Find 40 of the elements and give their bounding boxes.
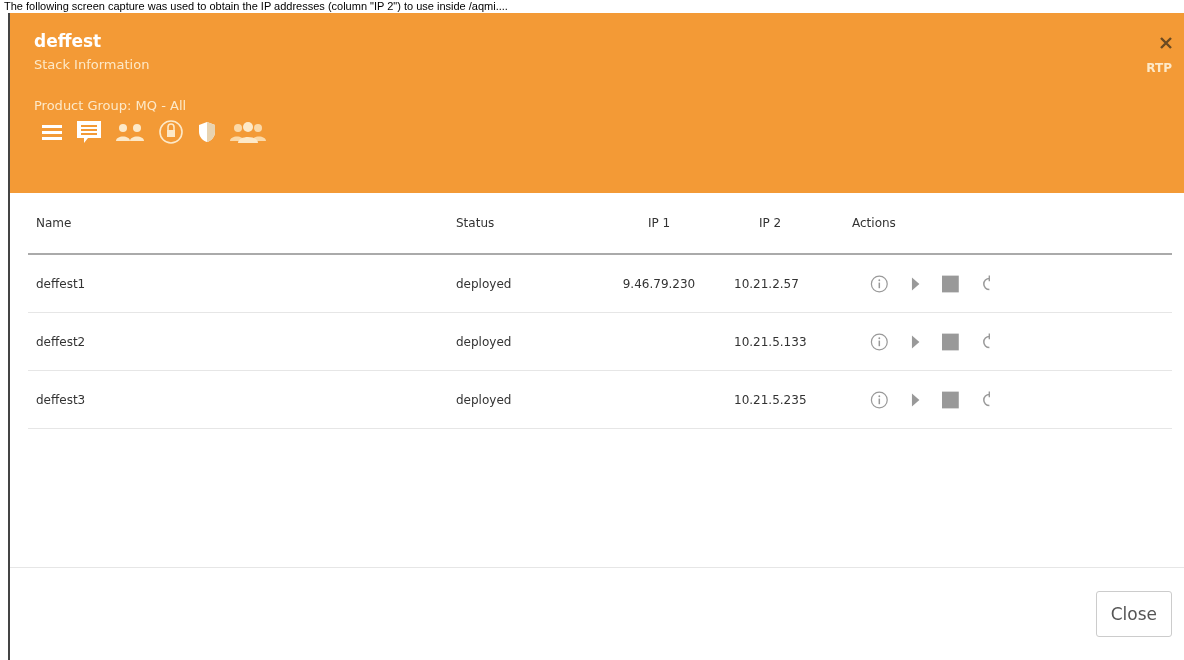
restart-icon[interactable] [980, 332, 990, 351]
restart-icon[interactable] [980, 390, 990, 409]
column-header: IP 2 [758, 216, 783, 230]
close-icon[interactable] [1160, 37, 1172, 49]
table-cell-text: 10.21.5.235 [734, 392, 808, 407]
stop-icon[interactable] [941, 274, 959, 293]
menu-icon[interactable] [42, 124, 62, 140]
column-header: IP 1 [646, 216, 672, 230]
region-label: RTP [1146, 61, 1172, 75]
info-icon[interactable] [870, 389, 889, 410]
play-icon[interactable] [910, 391, 920, 408]
play-icon[interactable] [910, 275, 920, 292]
stop-icon[interactable] [941, 332, 959, 351]
info-icon[interactable] [870, 273, 889, 294]
stack-subtitle: Stack Information [34, 57, 151, 72]
column-header: Name [35, 216, 73, 230]
table-cell-text: deployed [456, 392, 513, 407]
lock-cycle-icon[interactable] [158, 119, 184, 145]
product-group-label: Product Group: MQ - All [34, 98, 188, 113]
column-header: Status [456, 216, 496, 230]
shield-icon[interactable] [198, 121, 216, 143]
table-cell-text: deployed [456, 276, 513, 291]
table-cell-text: 10.21.5.133 [734, 334, 808, 349]
group-icon[interactable] [230, 121, 266, 143]
info-icon[interactable] [870, 331, 889, 352]
stop-icon[interactable] [941, 390, 959, 409]
table-cell-text: deffest2 [35, 334, 87, 349]
table-cell-text: deployed [456, 334, 513, 349]
table-cell-text: deffest1 [35, 276, 87, 291]
table-cell: 9.46.79.230 [622, 276, 696, 291]
column-header: Actions [852, 216, 897, 230]
stack-title: deffest [34, 31, 103, 51]
chat-icon[interactable] [76, 120, 102, 144]
table-cell-text: 10.21.2.57 [734, 276, 800, 291]
close-button[interactable]: Close [1095, 591, 1172, 637]
play-icon[interactable] [910, 333, 920, 350]
users-icon[interactable] [116, 123, 144, 141]
restart-icon[interactable] [980, 274, 990, 293]
caption-text: The following screen capture was used to obtain the IP addresses (column "IP 2") to use inside /aqmi.... [3, 0, 509, 13]
table-cell-text: deffest3 [35, 392, 87, 407]
